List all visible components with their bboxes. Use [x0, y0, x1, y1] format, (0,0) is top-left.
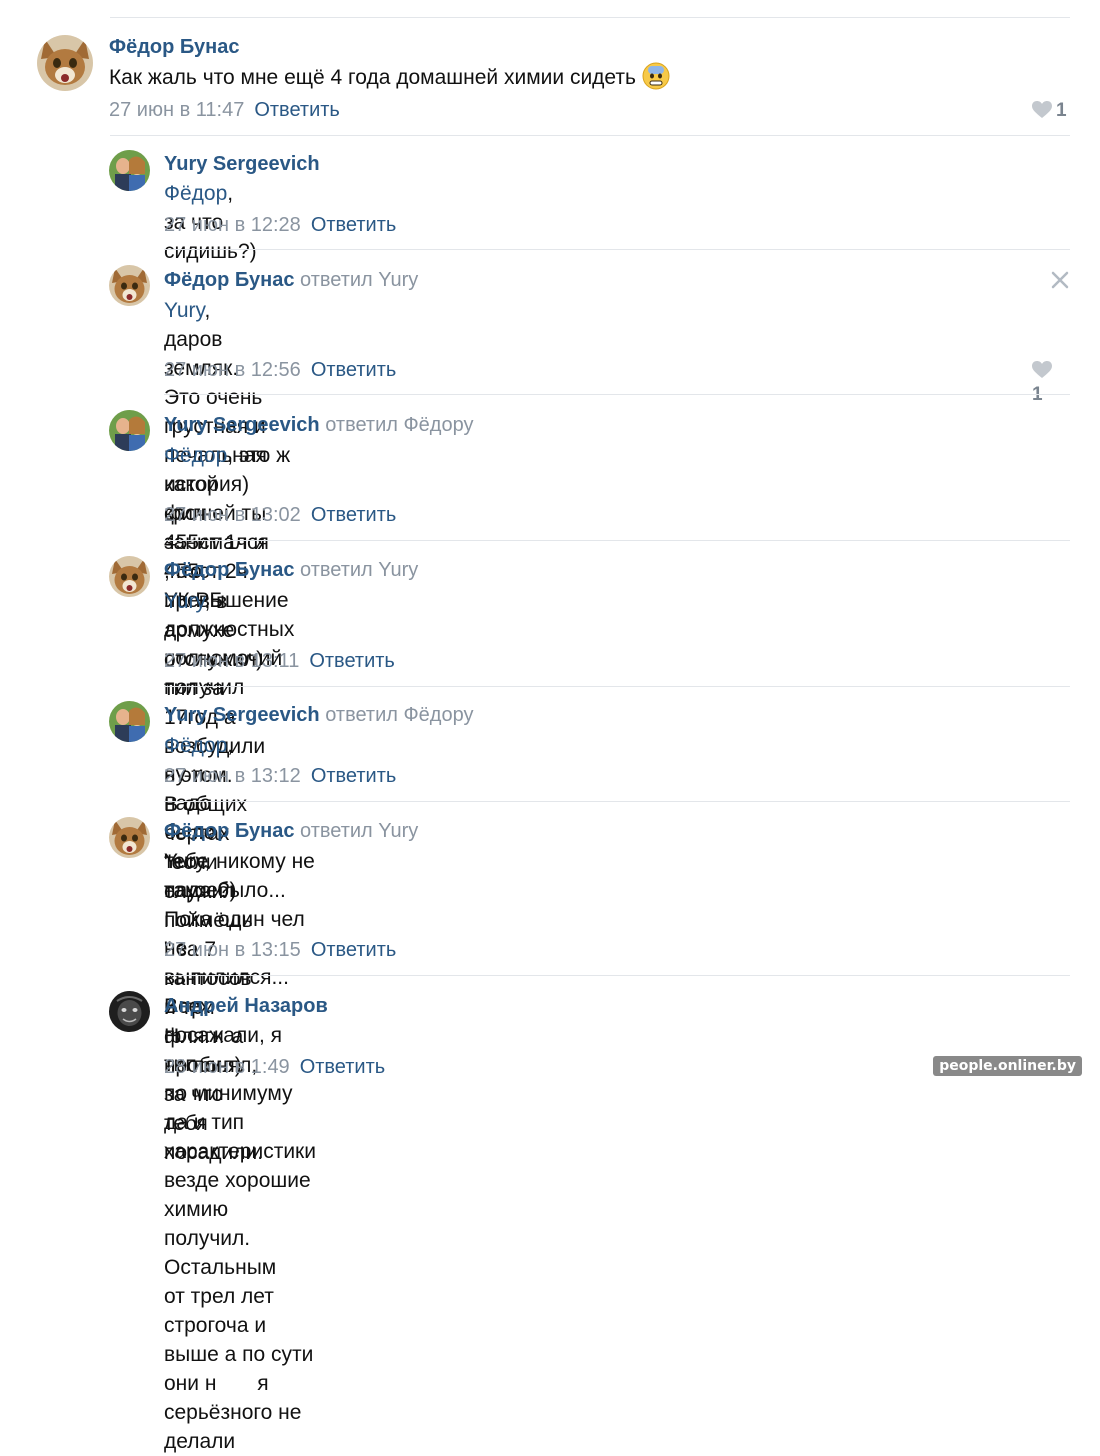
avatar[interactable]	[109, 817, 150, 858]
author-name-link[interactable]: Yury Sergeevich	[164, 704, 320, 726]
mention-link[interactable]: Фёдор	[164, 182, 227, 205]
mention-link[interactable]: Фёдор	[164, 734, 227, 757]
heart-icon	[1032, 361, 1052, 378]
comment-date[interactable]: 27 июн в 13:15	[164, 939, 301, 961]
reply-button[interactable]: Ответить	[311, 359, 397, 381]
separator	[164, 540, 1070, 541]
reply-button[interactable]: Ответить	[309, 650, 395, 672]
like-button[interactable]: 1	[1032, 359, 1056, 407]
reply-button[interactable]: Ответить	[311, 939, 397, 961]
author-name-link[interactable]: Yury Sergeevich	[164, 153, 320, 175]
author-name-link[interactable]: Фёдор Бунас	[164, 269, 294, 291]
author-name-link[interactable]: Фёдор Бунас	[164, 820, 294, 842]
reply-button[interactable]: Ответить	[311, 504, 397, 526]
comment-author: Фёдор Бунас	[109, 35, 239, 59]
author-name-link[interactable]: Yury Sergeevich	[164, 414, 320, 436]
comment-meta: 27 июн в 12:28 Ответить	[164, 213, 396, 237]
comment-date[interactable]: 28 июн в 1:49	[164, 1056, 290, 1078]
avatar[interactable]	[109, 991, 150, 1032]
reply-button[interactable]: Ответить	[311, 214, 397, 236]
replied-to-label[interactable]: ответил Yury	[300, 269, 418, 291]
comment-body: Н а не понял, за что тебя посадили.	[164, 1025, 264, 1164]
comment-date[interactable]: 27 июн в 13:12	[164, 765, 301, 787]
separator	[164, 975, 1070, 976]
like-button[interactable]: 1	[1032, 99, 1067, 123]
comment-author: Фёдор Бунас ответил Yury	[164, 819, 418, 843]
comment-date[interactable]: 27 июн в 11:47	[109, 99, 244, 121]
comment-meta: 27 июн в 13:12 Ответить	[164, 764, 396, 788]
comment-meta: 27 июн в 13:02 Ответить	[164, 503, 396, 527]
author-name-link[interactable]: Фёдор Бунас	[109, 36, 239, 58]
reply-button[interactable]: Ответить	[300, 1056, 386, 1078]
avatar[interactable]	[109, 150, 150, 191]
separator	[164, 801, 1070, 802]
avatar[interactable]	[109, 701, 150, 742]
separator	[164, 249, 1070, 250]
comment-date[interactable]: 27 июн в 13:11	[164, 650, 299, 672]
separator	[110, 135, 1070, 136]
delete-comment-button[interactable]	[1050, 270, 1070, 290]
author-name-link[interactable]: Андрей Назаров	[164, 995, 328, 1017]
reply-button[interactable]: Ответить	[254, 99, 340, 121]
separator	[164, 394, 1070, 395]
separator	[164, 686, 1070, 687]
close-icon	[1051, 271, 1069, 289]
comment-author: Yury Sergeevich ответил Фёдору	[164, 703, 474, 727]
comment-meta: 27 июн в 11:47 Ответить	[109, 98, 340, 122]
replied-to-label[interactable]: ответил Yury	[300, 820, 418, 842]
replied-to-label[interactable]: ответил Фёдору	[325, 414, 473, 436]
comment-author: Фёдор Бунас ответил Yury	[164, 268, 418, 292]
comment-author: Yury Sergeevich	[164, 152, 320, 176]
comment-text: Н а не понял, за что тебя посадили.	[164, 1022, 263, 1167]
mention-link[interactable]: Фёдор	[164, 444, 227, 467]
comment-meta: 27 июн в 12:56 Ответить	[164, 358, 396, 382]
comment-author: Фёдор Бунас ответил Yury	[164, 558, 418, 582]
reply-button[interactable]: Ответить	[311, 765, 397, 787]
like-count: 1	[1056, 100, 1067, 121]
comment-thread: Фёдор Бунас Как жаль что мне ещё 4 года …	[0, 0, 1100, 1453]
comment-meta: 28 июн в 1:49 Ответить	[164, 1055, 385, 1079]
comment-meta: 27 июн в 13:11 Ответить	[164, 649, 395, 673]
avatar[interactable]	[109, 410, 150, 451]
comment-body: Как жаль что мне ещё 4 года домашней хим…	[109, 66, 636, 89]
avatar[interactable]	[37, 35, 93, 91]
comment-meta: 27 июн в 13:15 Ответить	[164, 938, 396, 962]
heart-icon	[1032, 101, 1052, 118]
comment-date[interactable]: 27 июн в 13:02	[164, 504, 301, 526]
replied-to-label[interactable]: ответил Фёдору	[325, 704, 473, 726]
mention-link[interactable]: Yury	[164, 299, 204, 322]
fearful-face-emoji-icon	[642, 62, 670, 98]
comment-author: Андрей Назаров	[164, 994, 328, 1018]
comment: Фёдор Бунас Как жаль что мне ещё 4 года …	[0, 0, 1100, 130]
watermark: people.onliner.by	[933, 1056, 1082, 1076]
author-name-link[interactable]: Фёдор Бунас	[164, 559, 294, 581]
comment-date[interactable]: 27 июн в 12:56	[164, 359, 301, 381]
replied-to-label[interactable]: ответил Yury	[300, 559, 418, 581]
avatar[interactable]	[109, 265, 150, 306]
comment-author: Yury Sergeevich ответил Фёдору	[164, 413, 474, 437]
comment-text: Как жаль что мне ещё 4 года домашней хим…	[109, 62, 670, 98]
comment-date[interactable]: 27 июн в 12:28	[164, 214, 301, 236]
mention-link[interactable]: Yury	[164, 590, 204, 613]
avatar[interactable]	[109, 556, 150, 597]
